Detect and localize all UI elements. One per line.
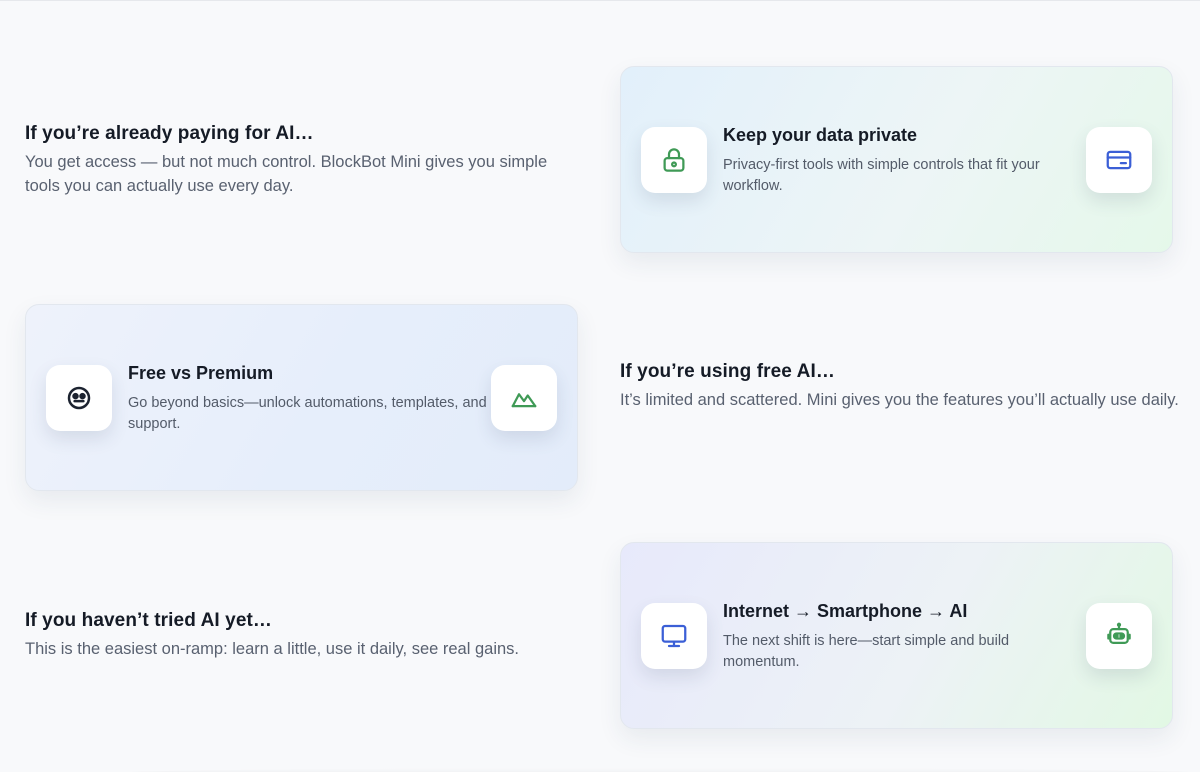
lock-icon [663, 148, 685, 172]
internet-smartphone-ai-title: Internet → Smartphone → AI [723, 601, 968, 621]
internet-smartphone-ai-card[interactable]: Internet → Smartphone → AI The next shif… [620, 542, 1173, 729]
free-vs-premium-card[interactable]: Free vs Premium Go beyond basics—unlock … [25, 304, 578, 491]
face-icon-tile [46, 365, 112, 431]
free-vs-premium-content: Free vs Premium Go beyond basics—unlock … [128, 363, 488, 435]
free-ai-heading: If you’re using free AI… [620, 361, 835, 382]
privacy-card-content: Keep your data private Privacy-first too… [723, 125, 1083, 197]
monitor-icon-tile [641, 603, 707, 669]
robot-icon [1107, 622, 1131, 644]
face-icon [67, 386, 91, 410]
mountain-chart-icon [511, 393, 537, 408]
credit-card-icon [1106, 150, 1132, 170]
internet-smartphone-ai-description: The next shift is here—start simple and … [723, 633, 1010, 670]
paying-for-ai-heading: If you’re already paying for AI… [25, 123, 314, 144]
monitor-icon [661, 624, 687, 648]
privacy-feature-card[interactable]: Keep your data private Privacy-first too… [620, 66, 1173, 253]
free-ai-description: It’s limited and scattered. Mini gives y… [620, 391, 1179, 409]
internet-smartphone-ai-content: Internet → Smartphone → AI The next shif… [723, 601, 1083, 673]
new-to-ai-section: If you haven’t tried AI yet… This is the… [25, 610, 585, 661]
paying-for-ai-section: If you’re already paying for AI… You get… [25, 123, 585, 198]
new-to-ai-heading: If you haven’t tried AI yet… [25, 610, 273, 631]
bottom-shadow [120, 768, 1200, 772]
paying-for-ai-description: You get access — but not much control. B… [25, 153, 548, 195]
mountain-chart-icon-tile [491, 365, 557, 431]
free-ai-section: If you’re using free AI… It’s limited an… [620, 361, 1180, 412]
robot-icon-tile [1086, 603, 1152, 669]
free-vs-premium-title: Free vs Premium [128, 363, 274, 383]
privacy-card-description: Privacy-first tools with simple controls… [723, 157, 1040, 194]
credit-card-icon-tile [1086, 127, 1152, 193]
privacy-card-title: Keep your data private [723, 125, 918, 145]
new-to-ai-description: This is the easiest on-ramp: learn a lit… [25, 640, 520, 658]
free-vs-premium-description: Go beyond basics—unlock automations, tem… [128, 395, 487, 432]
page: If you’re already paying for AI… You get… [0, 0, 1200, 772]
lock-icon-tile [641, 127, 707, 193]
